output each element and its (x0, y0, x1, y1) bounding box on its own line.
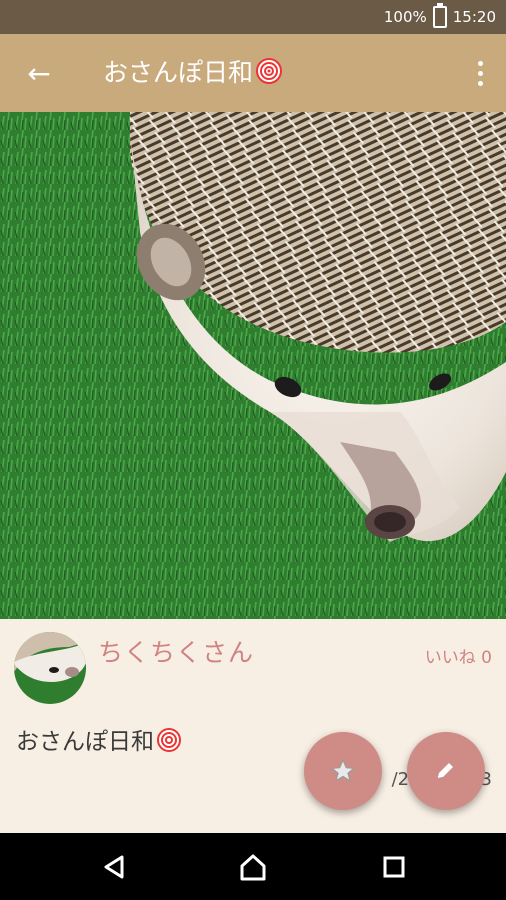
back-button[interactable]: ← (18, 52, 60, 94)
avatar-hedgehog-image (14, 632, 86, 704)
more-options-button[interactable] (468, 56, 492, 90)
edit-button[interactable] (407, 732, 485, 810)
flower-icon (255, 57, 283, 95)
clock: 15:20 (452, 8, 496, 26)
status-indicators: 100% 15:20 (383, 3, 496, 28)
system-back-button[interactable] (96, 849, 132, 885)
system-recents-button[interactable] (376, 849, 412, 885)
username[interactable]: ちくちくさん (98, 633, 254, 669)
more-vert-icon (477, 60, 483, 66)
home-icon (240, 854, 266, 881)
system-nav-bar (0, 833, 506, 900)
post-caption: おさんぽ日和 (16, 722, 182, 759)
status-bar: 100% 15:20 (0, 0, 506, 34)
flower-icon (156, 727, 182, 759)
post-photo[interactable] (0, 112, 506, 619)
avatar[interactable] (14, 632, 86, 704)
system-home-button[interactable] (235, 849, 271, 885)
star-icon (330, 758, 356, 782)
hedgehog-photo (0, 112, 506, 619)
triangle-back-icon (104, 855, 124, 879)
favorite-button[interactable] (304, 732, 382, 810)
app-toolbar: ← おさんぽ日和 (0, 34, 506, 112)
page-title: おさんぽ日和 (103, 55, 283, 95)
likes-count: いいね 0 (424, 648, 492, 668)
pencil-icon (437, 763, 453, 778)
battery-percent: 100% (383, 8, 427, 26)
battery-icon (432, 3, 447, 28)
arrow-left-icon: ← (27, 56, 51, 90)
square-recents-icon (383, 856, 405, 878)
